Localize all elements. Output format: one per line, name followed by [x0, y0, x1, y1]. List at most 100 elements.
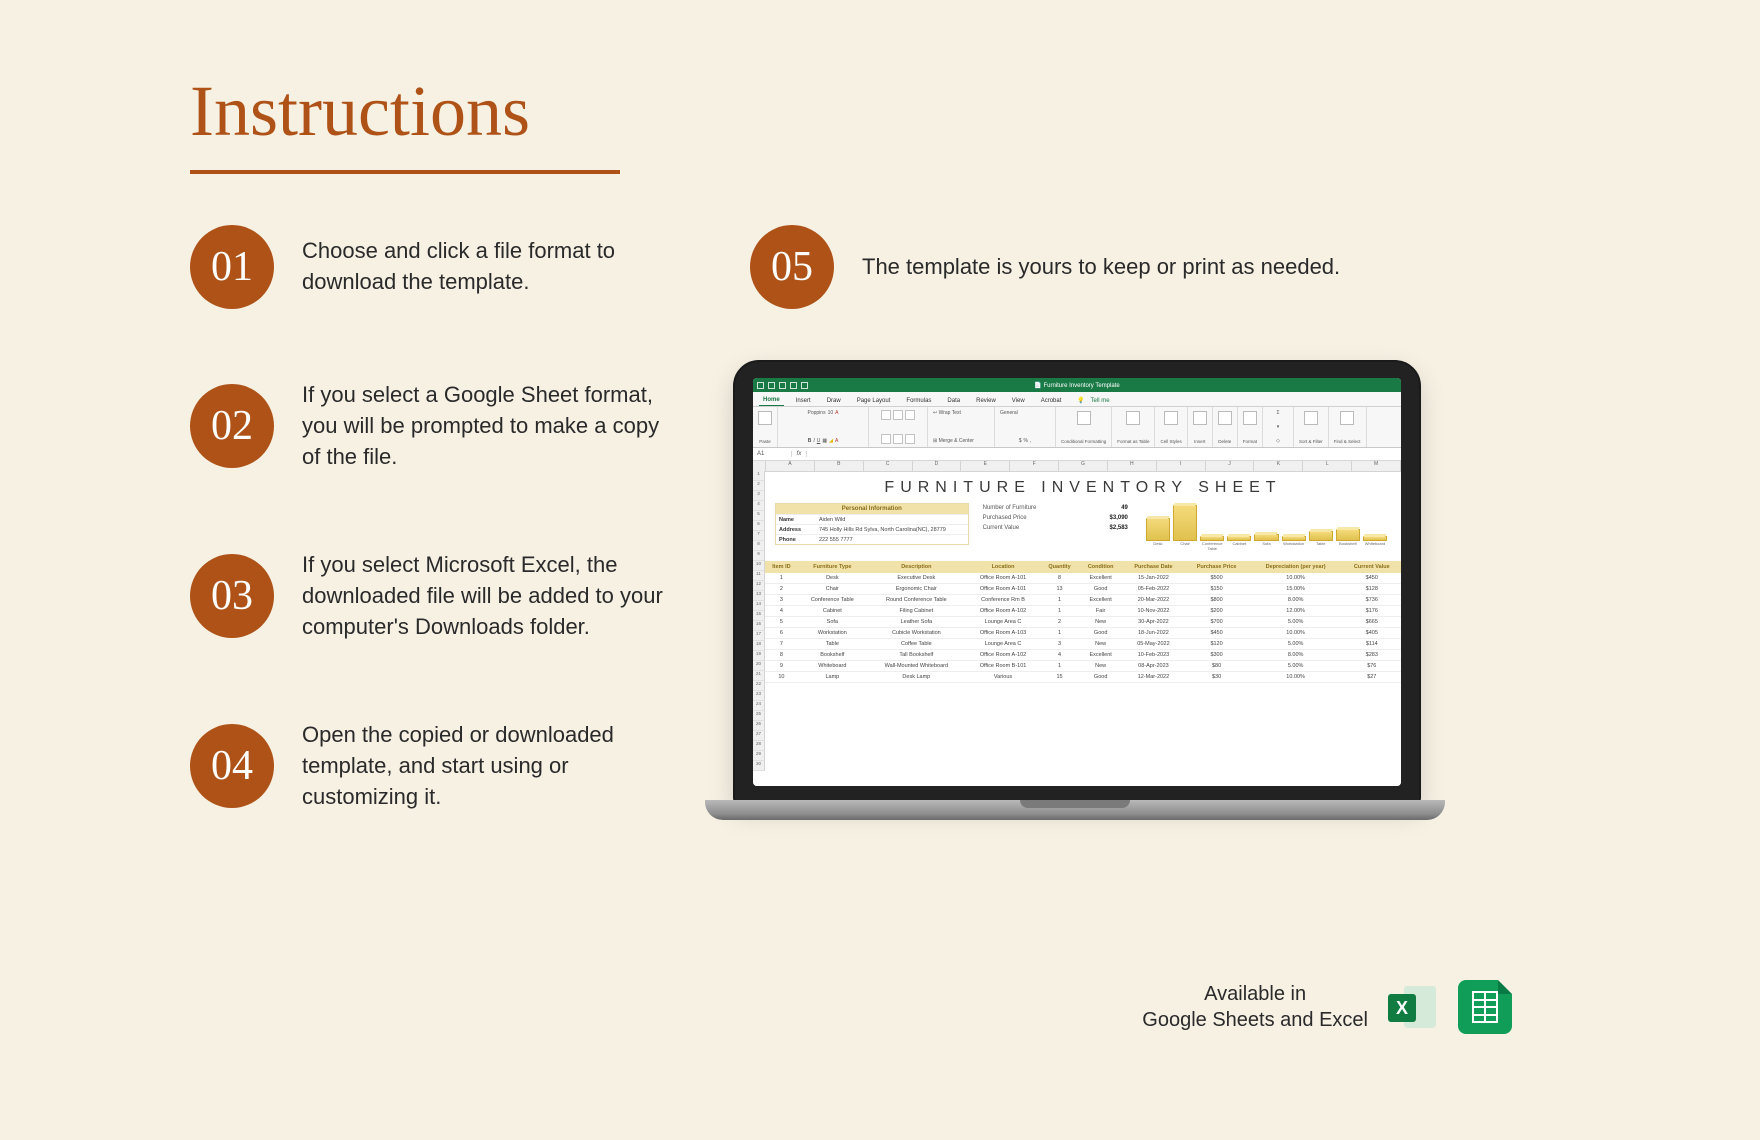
table-cell: $736 [1343, 595, 1401, 606]
font-name[interactable]: Poppins [808, 410, 826, 416]
number-format[interactable]: General [1000, 410, 1050, 416]
tab-view[interactable]: View [1008, 396, 1029, 406]
sort-filter-icon[interactable] [1304, 411, 1318, 425]
align-center-icon[interactable] [893, 434, 903, 444]
google-sheets-icon [1458, 980, 1512, 1034]
table-cell: 5.00% [1249, 639, 1343, 650]
fill-color-button[interactable]: ◢ [829, 438, 833, 444]
chart-xlabel: Conference Table [1200, 541, 1224, 551]
tab-page-layout[interactable]: Page Layout [853, 396, 895, 406]
italic-button[interactable]: I [813, 438, 814, 444]
table-cell: 05-May-2022 [1122, 639, 1184, 650]
table-cell: New [1079, 661, 1123, 672]
table-cell: $176 [1343, 606, 1401, 617]
table-cell: $120 [1184, 639, 1248, 650]
table-column-header: Description [867, 561, 966, 573]
font-color-a[interactable]: A [835, 410, 838, 416]
tab-data[interactable]: Data [943, 396, 964, 406]
table-cell: 8 [765, 650, 798, 661]
step-4-text: Open the copied or downloaded template, … [302, 720, 682, 812]
chart-xlabel: Workstation [1282, 541, 1306, 551]
wrap-text[interactable]: ↩ Wrap Text [933, 410, 989, 416]
insert-cells-icon[interactable] [1193, 411, 1207, 425]
cell-styles-icon[interactable] [1164, 411, 1178, 425]
format-cells-icon[interactable] [1243, 411, 1257, 425]
table-cell: Good [1079, 628, 1123, 639]
table-cell: Conference Table [798, 595, 867, 606]
page-title: Instructions [190, 70, 530, 153]
step-2-number: 02 [190, 384, 274, 468]
table-cell: $300 [1184, 650, 1248, 661]
align-right-icon[interactable] [905, 434, 915, 444]
currency-icon[interactable]: $ [1019, 438, 1022, 444]
tab-home[interactable]: Home [759, 395, 784, 406]
table-row: 1DeskExecutive DeskOffice Room A-1018Exc… [765, 573, 1401, 584]
tab-formulas[interactable]: Formulas [902, 396, 935, 406]
table-cell: Office Room A-103 [966, 628, 1040, 639]
format-table-icon[interactable] [1126, 411, 1140, 425]
chart-bar [1336, 529, 1360, 541]
delete-cells-icon[interactable] [1218, 411, 1232, 425]
step-5-text: The template is yours to keep or print a… [862, 252, 1340, 283]
table-row: 7TableCoffee TableLounge Area C3New05-Ma… [765, 639, 1401, 650]
comma-icon[interactable]: , [1030, 438, 1031, 444]
merge-center[interactable]: ⊞ Merge & Center [933, 438, 989, 444]
table-cell: 5.00% [1249, 617, 1343, 628]
bold-button[interactable]: B [808, 438, 812, 444]
ribbon-insert-group: Insert [1188, 407, 1213, 447]
table-cell: Excellent [1079, 650, 1123, 661]
table-cell: $80 [1184, 661, 1248, 672]
tab-insert[interactable]: Insert [792, 396, 815, 406]
table-cell: $500 [1184, 573, 1248, 584]
autosum-icon[interactable]: Σ [1268, 410, 1288, 416]
table-cell: 8 [1040, 573, 1079, 584]
value-label: Current Value [983, 525, 1020, 531]
laptop-body: 📄 Furniture Inventory Template Home Inse… [733, 360, 1421, 804]
step-3-text: If you select Microsoft Excel, the downl… [302, 550, 682, 642]
table-cell: 2 [765, 584, 798, 595]
find-icon[interactable] [1340, 411, 1354, 425]
table-cell: $76 [1343, 661, 1401, 672]
percent-icon[interactable]: % [1023, 438, 1027, 444]
availability-text: Available inGoogle Sheets and Excel [1142, 981, 1368, 1033]
chart-xlabel: Cabinet [1227, 541, 1251, 551]
font-color-button[interactable]: A [835, 438, 838, 444]
ribbon-font-group: Poppins 10 A B I U ▦ ◢ A [778, 407, 869, 447]
address-label: Address [776, 525, 816, 534]
table-cell: 4 [1040, 650, 1079, 661]
tab-acrobat[interactable]: Acrobat [1037, 396, 1066, 406]
fill-icon[interactable]: ▾ [1268, 424, 1288, 430]
name-box[interactable]: A1 [753, 451, 792, 457]
step-4-number: 04 [190, 724, 274, 808]
chart-xlabel: Whiteboard [1363, 541, 1387, 551]
border-button[interactable]: ▦ [822, 438, 827, 444]
table-column-header: Purchase Date [1122, 561, 1184, 573]
worksheet-grid[interactable]: ABCDEFGHIJKLM 12345678910111213141516171… [753, 461, 1401, 786]
clear-icon[interactable]: ◇ [1268, 438, 1288, 444]
font-size[interactable]: 10 [828, 410, 834, 416]
tell-me[interactable]: 💡 Tell me [1073, 395, 1117, 406]
table-cell: $450 [1184, 628, 1248, 639]
table-cell: 1 [1040, 661, 1079, 672]
align-top-icon[interactable] [881, 410, 891, 420]
step-5-number: 05 [750, 225, 834, 309]
step-3-number: 03 [190, 554, 274, 638]
price-value: $3,090 [1110, 515, 1128, 521]
align-bot-icon[interactable] [905, 410, 915, 420]
underline-button[interactable]: U [817, 438, 821, 444]
table-column-header: Item ID [765, 561, 798, 573]
paste-icon[interactable] [758, 411, 772, 425]
tab-review[interactable]: Review [972, 396, 1000, 406]
table-cell: Office Room A-102 [966, 650, 1040, 661]
align-mid-icon[interactable] [893, 410, 903, 420]
conditional-fmt-icon[interactable] [1077, 411, 1091, 425]
align-left-icon[interactable] [881, 434, 891, 444]
fx-icon[interactable]: fx [792, 451, 807, 457]
table-cell: 10.00% [1249, 628, 1343, 639]
count-label: Number of Furniture [983, 505, 1037, 511]
table-cell: $700 [1184, 617, 1248, 628]
paste-label: Paste [758, 439, 772, 444]
tab-draw[interactable]: Draw [823, 396, 845, 406]
table-cell: 15.00% [1249, 584, 1343, 595]
table-column-header: Purchase Price [1184, 561, 1248, 573]
